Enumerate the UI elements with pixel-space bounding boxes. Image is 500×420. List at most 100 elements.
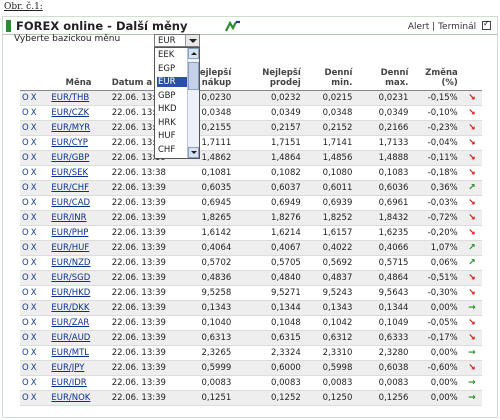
table-row: O X EUR/CHF 22.06. 13:39 0,6035 0,6037 0,6011 0… [20, 180, 482, 196]
dropdown-option[interactable]: EGP [157, 64, 187, 74]
checkbox-icon[interactable] [482, 19, 491, 30]
open-button[interactable]: O [22, 168, 29, 178]
open-button[interactable]: O [22, 93, 29, 103]
pair-link[interactable]: EUR/CZK [51, 108, 89, 118]
scroll-thumb[interactable] [188, 62, 199, 90]
dropdown-scrollbar[interactable] [187, 48, 199, 158]
dropdown-option[interactable]: GBP [157, 91, 187, 101]
terminal-link[interactable]: Terminál [438, 22, 476, 32]
open-button[interactable]: O [22, 108, 29, 118]
close-button[interactable]: X [31, 273, 37, 283]
close-button[interactable]: X [31, 288, 37, 298]
open-button[interactable]: O [22, 318, 29, 328]
time-cell: 22.06. 13:39 [109, 330, 180, 346]
pair-link[interactable]: EUR/NZD [51, 258, 90, 268]
max-cell: 0,1256 [356, 390, 413, 406]
dropdown-option[interactable]: HUF [157, 131, 187, 141]
pair-link[interactable]: EUR/CYP [51, 138, 87, 148]
pair-link[interactable]: EUR/HUF [51, 243, 89, 253]
alert-link[interactable]: Alert [408, 22, 429, 32]
scroll-down-icon[interactable] [188, 147, 199, 158]
close-button[interactable]: X [31, 258, 37, 268]
pair-link[interactable]: EUR/GBP [51, 153, 89, 163]
up-right-arrow-icon: ↗ [461, 180, 482, 196]
row-actions: OX [20, 150, 52, 166]
pair-cell: EUR/HKD [51, 285, 110, 301]
open-button[interactable]: O [22, 393, 29, 403]
open-button[interactable]: O [22, 288, 29, 298]
close-button[interactable]: X [31, 228, 37, 238]
pair-link[interactable]: EUR/ZAR [51, 318, 89, 328]
pair-link[interactable]: EUR/MTL [51, 348, 89, 358]
close-button[interactable]: X [31, 348, 37, 358]
row-actions: OX [20, 180, 52, 196]
base-currency-select[interactable]: EUR [154, 34, 200, 47]
open-button[interactable]: O [22, 348, 29, 358]
open-button[interactable]: O [22, 153, 29, 163]
pair-link[interactable]: EUR/NOK [51, 393, 90, 403]
close-button[interactable]: X [31, 168, 37, 178]
pair-link[interactable]: EUR/PHP [51, 228, 88, 238]
table-row: O X EUR/GBP 22.06. 13:39 1,4862 1,4864 1,4856 1… [20, 150, 482, 166]
open-button[interactable]: O [22, 228, 29, 238]
pair-link[interactable]: EUR/THB [51, 93, 89, 103]
row-actions: OX [20, 210, 52, 226]
open-button[interactable]: O [22, 183, 29, 193]
close-button[interactable]: X [31, 123, 37, 133]
open-button[interactable]: O [22, 258, 29, 268]
open-button[interactable]: O [22, 198, 29, 208]
open-button[interactable]: O [22, 213, 29, 223]
pair-link[interactable]: EUR/INR [51, 213, 86, 223]
close-button[interactable]: X [31, 153, 37, 163]
close-button[interactable]: X [31, 363, 37, 373]
pair-cell: EUR/SGD [51, 270, 110, 286]
close-button[interactable]: X [31, 303, 37, 313]
close-button[interactable]: X [31, 378, 37, 388]
dropdown-option[interactable]: HRK [157, 118, 187, 128]
min-cell: 0,1042 [304, 315, 357, 331]
dropdown-option[interactable]: EUR [157, 77, 187, 87]
close-button[interactable]: X [31, 93, 37, 103]
open-button[interactable]: O [22, 378, 29, 388]
pair-link[interactable]: EUR/MYR [51, 123, 90, 133]
close-button[interactable]: X [31, 213, 37, 223]
pair-link[interactable]: EUR/IDR [51, 378, 86, 388]
open-button[interactable]: O [22, 243, 29, 253]
close-button[interactable]: X [31, 393, 37, 403]
open-button[interactable]: O [22, 138, 29, 148]
close-button[interactable]: X [31, 243, 37, 253]
close-button[interactable]: X [31, 318, 37, 328]
open-button[interactable]: O [22, 123, 29, 133]
close-button[interactable]: X [31, 108, 37, 118]
pair-link[interactable]: EUR/AUD [51, 333, 90, 343]
dropdown-option[interactable]: HKD [157, 104, 187, 114]
max-cell: 0,0083 [356, 375, 413, 391]
pair-link[interactable]: EUR/HKD [51, 288, 90, 298]
scroll-up-icon[interactable] [188, 48, 199, 59]
pair-link[interactable]: EUR/SGD [51, 273, 90, 283]
min-cell: 1,6157 [304, 225, 357, 241]
close-button[interactable]: X [31, 333, 37, 343]
close-button[interactable]: X [31, 138, 37, 148]
table-row: O X EUR/IDR 22.06. 13:39 0,0083 0,0083 0,0083 0… [20, 375, 482, 391]
dropdown-option[interactable]: EEK [157, 50, 187, 60]
pair-link[interactable]: EUR/JPY [51, 363, 84, 373]
open-button[interactable]: O [22, 273, 29, 283]
pair-link[interactable]: EUR/CAD [51, 198, 90, 208]
pair-link[interactable]: EUR/CHF [51, 183, 89, 193]
currency-dropdown[interactable]: EEK EGP EUR GBP HKD HRK HUF CHF [154, 47, 200, 159]
sell-cell: 1,7151 [235, 135, 305, 151]
pair-link[interactable]: EUR/DKK [51, 303, 89, 313]
chevron-down-icon[interactable] [185, 35, 199, 46]
close-button[interactable]: X [31, 183, 37, 193]
dropdown-option[interactable]: CHF [157, 145, 187, 155]
row-actions: OX [20, 225, 52, 241]
open-button[interactable]: O [22, 363, 29, 373]
min-cell: 0,4837 [304, 270, 357, 286]
close-button[interactable]: X [31, 198, 37, 208]
open-button[interactable]: O [22, 303, 29, 313]
pair-link[interactable]: EUR/SEK [51, 168, 88, 178]
sell-cell: 0,6037 [235, 180, 305, 196]
buy-cell: 0,5999 [179, 360, 236, 376]
open-button[interactable]: O [22, 333, 29, 343]
